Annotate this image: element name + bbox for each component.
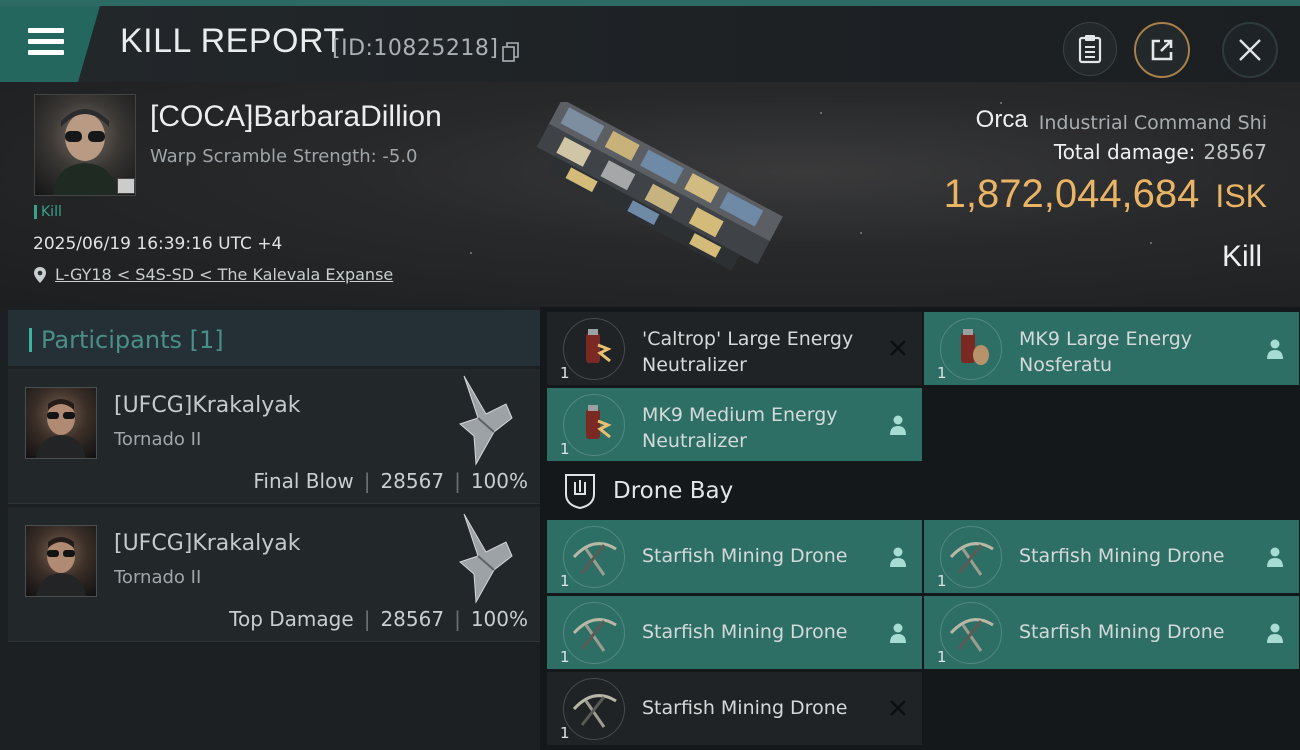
participant-stats: Top Damage | 28567 | 100%	[229, 607, 528, 631]
mining-drone-icon	[563, 678, 625, 740]
energy-nosferatu-icon	[940, 318, 1002, 380]
tornado-ship-icon	[459, 513, 513, 604]
title-bar: KILL REPORT [ID:10825218]	[0, 0, 1300, 82]
clipboard-icon	[1078, 35, 1102, 64]
participant-stats: Final Blow | 28567 | 100%	[253, 469, 528, 493]
kill-tag: Kill	[34, 204, 62, 220]
mining-drone-icon	[563, 526, 625, 588]
mining-drone-icon	[940, 602, 1002, 664]
drone-bay-icon	[565, 474, 595, 510]
mining-drone-icon	[563, 602, 625, 664]
item-label: Starfish Mining Drone	[1019, 545, 1225, 567]
participants-header[interactable]: Participants [1]	[8, 310, 540, 366]
location-row[interactable]: L-GY18 < S4S-SD < The Kalevala Expanse	[33, 265, 393, 284]
participant-ship[interactable]: Tornado II	[114, 567, 201, 588]
x-icon	[890, 340, 906, 356]
victim-header: [COCA]BarbaraDillion Warp Scramble Stren…	[0, 82, 1300, 307]
item-row[interactable]: 1 'Caltrop' Large Energy Neutralizer	[547, 312, 922, 385]
item-row[interactable]: 1 Starfish Mining Drone	[547, 672, 922, 745]
ship-name[interactable]: Orca	[976, 106, 1028, 133]
person-icon	[890, 547, 906, 567]
item-label: Starfish Mining Drone	[642, 545, 848, 567]
participant-avatar[interactable]	[25, 525, 97, 597]
person-icon	[1267, 339, 1283, 359]
isk-value: 1,872,044,684 ISK	[943, 172, 1267, 216]
item-row[interactable]: 1 Starfish Mining Drone	[547, 596, 922, 669]
participant-avatar[interactable]	[25, 387, 97, 459]
clipboard-button[interactable]	[1063, 22, 1117, 76]
item-row[interactable]: 1 Starfish Mining Drone	[924, 520, 1299, 593]
item-row[interactable]: 1 MK9 Medium Energy Neutralizer	[547, 388, 922, 461]
energy-neutralizer-icon	[563, 394, 625, 456]
participant-name[interactable]: [UFCG]Krakalyak	[114, 531, 300, 556]
menu-button[interactable]	[0, 6, 100, 82]
participant-row[interactable]: [UFCG]Krakalyak Tornado II Top Damage | 2…	[8, 507, 540, 642]
ship-class: Industrial Command Shi	[1038, 112, 1267, 134]
copy-icon[interactable]	[502, 42, 520, 62]
item-label: Starfish Mining Drone	[1019, 621, 1225, 643]
report-id: [ID:10825218]	[332, 36, 499, 61]
warp-scramble-strength: Warp Scramble Strength: -5.0	[150, 146, 418, 167]
participant-ship[interactable]: Tornado II	[114, 429, 201, 450]
kill-result: Kill	[1221, 240, 1262, 273]
ship-type-line[interactable]: Orca Industrial Command Shi	[976, 106, 1267, 134]
item-label: 'Caltrop' Large Energy Neutralizer	[642, 328, 854, 376]
participant-name[interactable]: [UFCG]Krakalyak	[114, 393, 300, 418]
total-damage: Total damage: 28567	[1053, 140, 1267, 164]
close-icon	[1239, 39, 1261, 61]
share-button[interactable]	[1134, 22, 1190, 78]
person-icon	[1267, 623, 1283, 643]
person-icon	[890, 415, 906, 435]
item-label: MK9 Large Energy Nosferatu	[1019, 328, 1192, 376]
location-link[interactable]: L-GY18 < S4S-SD < The Kalevala Expanse	[55, 265, 393, 284]
ship-image	[536, 102, 783, 271]
close-button[interactable]	[1222, 22, 1278, 78]
window-title: KILL REPORT	[120, 22, 345, 60]
item-label: Starfish Mining Drone	[642, 621, 848, 643]
kill-datetime: 2025/06/19 16:39:16 UTC +4	[33, 234, 283, 254]
participants-panel: Participants [1] [UFCG]Krakalyak Tornado…	[0, 307, 540, 750]
item-row[interactable]: 1 Starfish Mining Drone	[547, 520, 922, 593]
info-badge-icon[interactable]	[117, 178, 135, 194]
victim-name[interactable]: [COCA]BarbaraDillion	[150, 100, 442, 134]
tornado-ship-icon	[459, 375, 513, 466]
energy-neutralizer-icon	[563, 318, 625, 380]
item-row[interactable]: 1 Starfish Mining Drone	[924, 596, 1299, 669]
item-row[interactable]: 1 MK9 Large Energy Nosferatu	[924, 312, 1299, 385]
item-label: MK9 Medium Energy Neutralizer	[642, 404, 838, 452]
person-icon	[890, 623, 906, 643]
x-icon	[890, 700, 906, 716]
drone-bay-header: Drone Bay	[545, 464, 1300, 519]
mining-drone-icon	[940, 526, 1002, 588]
item-label: Starfish Mining Drone	[642, 697, 848, 719]
external-link-icon	[1151, 39, 1173, 61]
person-icon	[1267, 547, 1283, 567]
participant-row[interactable]: [UFCG]Krakalyak Tornado II Final Blow | 2…	[8, 369, 540, 504]
fitting-items-panel: 1 'Caltrop' Large Energy Neutralizer 1 M…	[545, 312, 1300, 750]
map-pin-icon	[34, 266, 46, 283]
